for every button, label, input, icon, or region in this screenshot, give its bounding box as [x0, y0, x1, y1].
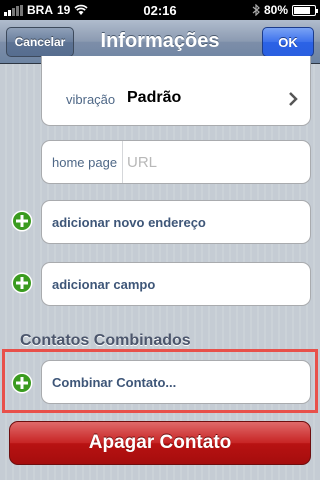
status-right: 80% — [252, 3, 318, 17]
add-circle-icon[interactable] — [11, 272, 33, 294]
link-contact-cell[interactable]: Combinar Contato... — [41, 360, 311, 404]
ok-button[interactable]: OK — [262, 27, 314, 57]
cell-divider — [122, 141, 123, 183]
add-field-label: adicionar campo — [52, 277, 156, 292]
cancel-button[interactable]: Cancelar — [6, 27, 74, 57]
vibration-cell[interactable]: vibração Padrão — [41, 56, 311, 126]
bluetooth-icon — [252, 4, 260, 16]
delete-contact-button[interactable]: Apagar Contato — [9, 421, 311, 465]
homepage-cell: home page — [41, 140, 311, 184]
battery-percent: 80% — [263, 3, 288, 17]
linked-contacts-header: Contatos Combinados — [20, 332, 191, 349]
add-circle-icon[interactable] — [11, 372, 33, 394]
vibration-label: vibração — [66, 92, 116, 107]
battery-icon — [292, 4, 318, 16]
vibration-value: Padrão — [127, 89, 182, 106]
page-title: Informações — [100, 30, 220, 52]
status-bar: BRA 19 02:16 80% — [0, 0, 320, 20]
add-address-cell[interactable]: adicionar novo endereço — [41, 200, 311, 244]
add-circle-icon[interactable] — [11, 210, 33, 232]
homepage-label: home page — [52, 155, 118, 170]
add-field-cell[interactable]: adicionar campo — [41, 262, 311, 306]
link-contact-label: Combinar Contato... — [52, 375, 177, 390]
homepage-url-input[interactable] — [127, 151, 297, 173]
chevron-right-icon — [289, 92, 298, 106]
add-address-label: adicionar novo endereço — [52, 215, 206, 230]
